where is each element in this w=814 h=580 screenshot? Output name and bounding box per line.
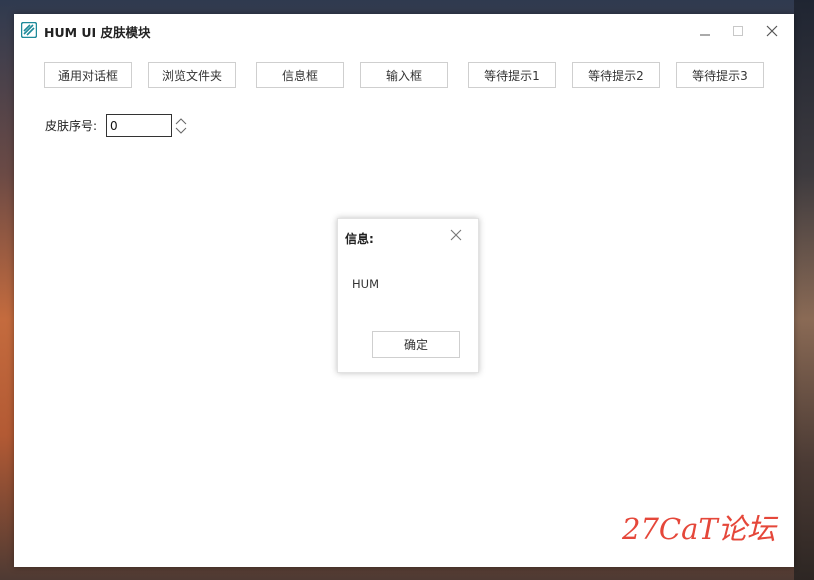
- wait-tip-3-button[interactable]: 等待提示3: [676, 62, 764, 88]
- message-dialog: 信息: HUM 确定: [337, 218, 479, 373]
- wait-tip-2-button[interactable]: 等待提示2: [572, 62, 660, 88]
- window-title: HUM UI 皮肤模块: [44, 25, 151, 40]
- common-dialog-button[interactable]: 通用对话框: [44, 62, 132, 88]
- message-box-button[interactable]: 信息框: [256, 62, 344, 88]
- wait-tip-1-button[interactable]: 等待提示1: [468, 62, 556, 88]
- spin-down-icon[interactable]: [174, 126, 188, 136]
- minimize-button[interactable]: [692, 20, 718, 42]
- dialog-title: 信息:: [345, 232, 374, 246]
- maximize-button[interactable]: [725, 20, 751, 42]
- dialog-ok-button[interactable]: 确定: [372, 331, 460, 358]
- dialog-message: HUM: [352, 277, 379, 291]
- skin-index-label: 皮肤序号:: [45, 119, 98, 133]
- input-box-button[interactable]: 输入框: [360, 62, 448, 88]
- app-logo-icon: [20, 21, 38, 39]
- spin-up-icon[interactable]: [174, 116, 188, 126]
- dialog-close-icon[interactable]: [448, 227, 464, 243]
- title-bar[interactable]: HUM UI 皮肤模块: [14, 14, 794, 48]
- app-window: HUM UI 皮肤模块 通用对话框 浏览文件夹 信息框 输入框 等待提示1 等待…: [14, 14, 794, 567]
- browse-folder-button[interactable]: 浏览文件夹: [148, 62, 236, 88]
- desktop-background: [794, 0, 814, 580]
- forum-watermark: 27CaT论坛: [622, 512, 776, 546]
- skin-index-input[interactable]: 0: [106, 114, 172, 137]
- close-button[interactable]: [759, 20, 785, 42]
